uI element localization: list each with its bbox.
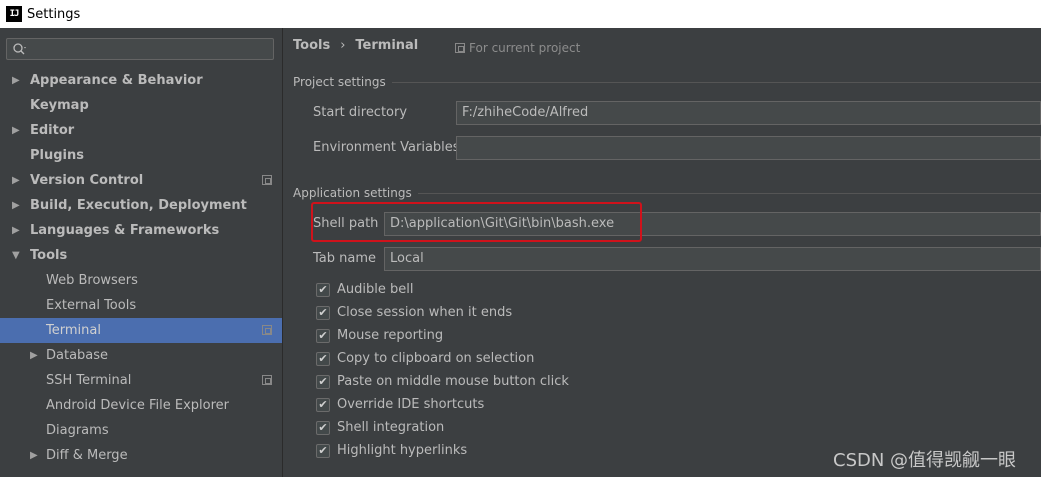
sidebar-item-label: Plugins: [30, 148, 84, 163]
option-label[interactable]: Override IDE shortcuts: [337, 397, 484, 412]
option-label[interactable]: Audible bell: [337, 282, 413, 297]
sidebar-item-label: Web Browsers: [46, 273, 138, 288]
project-scope-icon: [262, 325, 272, 335]
sidebar-item-build-execution-deployment[interactable]: ▶ Build, Execution, Deployment: [0, 193, 282, 218]
sidebar-item-languages-frameworks[interactable]: ▶ Languages & Frameworks: [0, 218, 282, 243]
sidebar-item-label: Build, Execution, Deployment: [30, 198, 247, 213]
checkbox-checked[interactable]: ✔: [316, 374, 330, 389]
shell-path-highlight-box: [311, 202, 642, 242]
option-copy-on-selection[interactable]: ✔ Copy to clipboard on selection: [316, 347, 569, 370]
option-highlight-hyperlinks[interactable]: ✔ Highlight hyperlinks: [316, 439, 569, 462]
breadcrumb: Tools › Terminal: [293, 38, 418, 53]
collapse-arrow-icon[interactable]: ▼: [12, 250, 22, 261]
sidebar-item-label: SSH Terminal: [46, 373, 132, 388]
expand-arrow-icon[interactable]: ▶: [30, 350, 40, 361]
checkbox-checked[interactable]: ✔: [316, 328, 330, 343]
option-label[interactable]: Paste on middle mouse button click: [337, 374, 569, 389]
sidebar-item-label: Database: [46, 348, 109, 363]
sidebar-item-database[interactable]: ▶ Database: [0, 343, 282, 368]
group-divider: [391, 81, 1041, 83]
option-label[interactable]: Close session when it ends: [337, 305, 512, 320]
option-mouse-reporting[interactable]: ✔ Mouse reporting: [316, 324, 569, 347]
checkbox-checked[interactable]: ✔: [316, 282, 330, 297]
settings-sidebar: ▶ Appearance & Behavior Keymap ▶ Editor …: [0, 28, 283, 477]
tab-name-label: Tab name: [313, 251, 377, 266]
terminal-options-list: ✔ Audible bell ✔ Close session when it e…: [316, 278, 569, 462]
intellij-logo-icon: IJ: [6, 6, 22, 22]
option-shell-integration[interactable]: ✔ Shell integration: [316, 416, 569, 439]
start-directory-label: Start directory: [313, 105, 408, 120]
checkbox-checked[interactable]: ✔: [316, 305, 330, 320]
sidebar-item-label: Languages & Frameworks: [30, 223, 220, 238]
expand-arrow-icon[interactable]: ▶: [12, 175, 22, 186]
sidebar-item-label: Diff & Merge: [46, 448, 128, 463]
scope-label: For current project: [469, 41, 581, 55]
expand-arrow-icon[interactable]: ▶: [12, 200, 22, 211]
sidebar-item-label: Android Device File Explorer: [46, 398, 229, 413]
application-settings-group: Application settings: [293, 186, 1041, 200]
expand-arrow-icon[interactable]: ▶: [12, 225, 22, 236]
sidebar-item-tools[interactable]: ▼ Tools: [0, 243, 282, 268]
option-paste-middle-click[interactable]: ✔ Paste on middle mouse button click: [316, 370, 569, 393]
window-title: Settings: [27, 6, 81, 22]
title-bar: IJ Settings: [0, 0, 1041, 28]
expand-arrow-icon[interactable]: ▶: [30, 450, 40, 461]
project-scope-icon: [262, 175, 272, 185]
csdn-watermark: CSDN @值得觊觎一眼: [833, 450, 1017, 471]
sidebar-item-label: Diagrams: [46, 423, 109, 438]
scope-indicator: For current project: [455, 41, 580, 55]
breadcrumb-parent[interactable]: Tools: [293, 38, 330, 53]
start-directory-field[interactable]: F:/zhiheCode/Alfred: [456, 101, 1041, 125]
project-settings-group: Project settings: [293, 75, 1041, 89]
sidebar-item-web-browsers[interactable]: Web Browsers: [0, 268, 282, 293]
checkbox-checked[interactable]: ✔: [316, 351, 330, 366]
sidebar-item-terminal[interactable]: Terminal: [0, 318, 282, 343]
project-scope-icon: [262, 375, 272, 385]
sidebar-item-label: Terminal: [46, 323, 101, 338]
sidebar-item-label: Tools: [30, 248, 68, 263]
sidebar-item-ssh-terminal[interactable]: SSH Terminal: [0, 368, 282, 393]
option-label[interactable]: Copy to clipboard on selection: [337, 351, 534, 366]
settings-search-input[interactable]: [6, 38, 274, 60]
tab-name-field[interactable]: Local: [384, 247, 1041, 271]
checkbox-checked[interactable]: ✔: [316, 397, 330, 412]
expand-arrow-icon[interactable]: ▶: [12, 125, 22, 136]
sidebar-item-keymap[interactable]: Keymap: [0, 93, 282, 118]
sidebar-item-label: Editor: [30, 123, 75, 138]
sidebar-item-diagrams[interactable]: Diagrams: [0, 418, 282, 443]
sidebar-item-external-tools[interactable]: External Tools: [0, 293, 282, 318]
expand-arrow-icon[interactable]: ▶: [12, 75, 22, 86]
option-label[interactable]: Shell integration: [337, 420, 444, 435]
search-icon: [13, 43, 26, 55]
group-heading: Application settings: [293, 186, 412, 200]
environment-variables-label: Environment Variables: [313, 140, 460, 155]
sidebar-item-appearance-behavior[interactable]: ▶ Appearance & Behavior: [0, 68, 282, 93]
option-label[interactable]: Highlight hyperlinks: [337, 443, 467, 458]
checkbox-checked[interactable]: ✔: [316, 420, 330, 435]
option-override-ide-shortcuts[interactable]: ✔ Override IDE shortcuts: [316, 393, 569, 416]
checkbox-checked[interactable]: ✔: [316, 443, 330, 458]
sidebar-item-label: Version Control: [30, 173, 144, 188]
group-divider: [417, 192, 1041, 194]
sidebar-item-editor[interactable]: ▶ Editor: [0, 118, 282, 143]
project-scope-icon: [455, 43, 465, 53]
sidebar-item-label: Appearance & Behavior: [30, 73, 203, 88]
option-label[interactable]: Mouse reporting: [337, 328, 443, 343]
sidebar-item-android-device-file-explorer[interactable]: Android Device File Explorer: [0, 393, 282, 418]
sidebar-item-label: External Tools: [46, 298, 137, 313]
option-audible-bell[interactable]: ✔ Audible bell: [316, 278, 569, 301]
settings-tree: ▶ Appearance & Behavior Keymap ▶ Editor …: [0, 68, 282, 468]
sidebar-item-plugins[interactable]: Plugins: [0, 143, 282, 168]
breadcrumb-separator: ›: [340, 38, 346, 53]
terminal-settings-panel: Tools › Terminal For current project Pro…: [284, 28, 1041, 477]
option-close-session[interactable]: ✔ Close session when it ends: [316, 301, 569, 324]
breadcrumb-current: Terminal: [355, 38, 419, 53]
sidebar-item-version-control[interactable]: ▶ Version Control: [0, 168, 282, 193]
group-heading: Project settings: [293, 75, 386, 89]
sidebar-item-diff-merge[interactable]: ▶ Diff & Merge: [0, 443, 282, 468]
sidebar-item-label: Keymap: [30, 98, 89, 113]
environment-variables-field[interactable]: [456, 136, 1041, 160]
